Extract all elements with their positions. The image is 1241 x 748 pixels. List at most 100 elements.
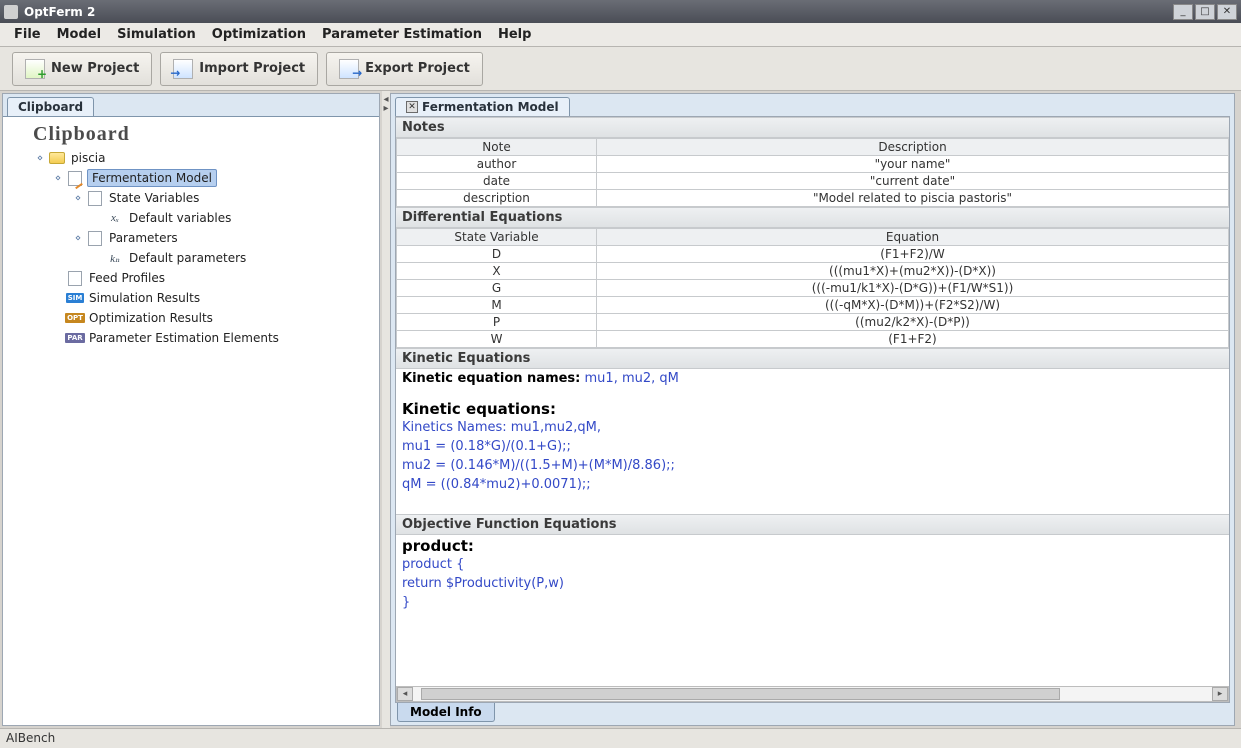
parameters-icon: kₙ (106, 250, 124, 266)
tree-label-simulation-results: Simulation Results (87, 290, 202, 306)
expand-toggle-icon[interactable]: ⋄ (73, 193, 83, 204)
expand-toggle-icon[interactable]: ⋄ (73, 233, 83, 244)
table-row[interactable]: description"Model related to piscia past… (397, 190, 1229, 207)
tree-node-default-variables[interactable]: · xₓ Default variables (7, 208, 375, 228)
document-icon (86, 190, 104, 206)
tree-node-model[interactable]: ⋄ Fermentation Model (7, 168, 375, 188)
status-bar: AIBench (0, 728, 1241, 748)
import-project-button[interactable]: Import Project (160, 52, 318, 86)
section-header-diffeq: Differential Equations (396, 207, 1229, 228)
table-row[interactable]: G(((-mu1/k1*X)-(D*G))+(F1/W*S1)) (397, 280, 1229, 297)
document-icon (66, 270, 84, 286)
menu-parameter-estimation[interactable]: Parameter Estimation (314, 24, 490, 45)
tree-label-feed-profiles: Feed Profiles (87, 270, 167, 286)
clipboard-heading: Clipboard (33, 123, 375, 146)
diffeq-col-variable: State Variable (397, 229, 597, 246)
maximize-button[interactable]: □ (1195, 4, 1215, 20)
kinetic-line: mu2 = (0.146*M)/((1.5+M)+(M*M)/8.86);; (402, 456, 1223, 475)
notes-table: Note Description author"your name" date"… (396, 138, 1229, 207)
diffeq-table: State Variable Equation D(F1+F2)/W X(((m… (396, 228, 1229, 348)
export-project-label: Export Project (365, 61, 470, 76)
status-text: AIBench (6, 731, 55, 745)
table-row[interactable]: D(F1+F2)/W (397, 246, 1229, 263)
table-row[interactable]: X(((mu1*X)+(mu2*X))-(D*X)) (397, 263, 1229, 280)
tree-node-simulation-results[interactable]: · SIM Simulation Results (7, 288, 375, 308)
tab-fermentation-model[interactable]: ✕ Fermentation Model (395, 97, 570, 116)
clipboard-panel: Clipboard Clipboard ⋄ piscia ⋄ Fermentat… (2, 93, 380, 726)
menu-bar: File Model Simulation Optimization Param… (0, 23, 1241, 47)
project-tree: ⋄ piscia ⋄ Fermentation Model ⋄ State Va… (7, 148, 375, 348)
kinetic-eq-block: Kinetic equations: Kinetics Names: mu1,m… (396, 398, 1229, 496)
diffeq-col-equation: Equation (597, 229, 1229, 246)
tree-label-optimization-results: Optimization Results (87, 310, 215, 326)
section-header-kinetic: Kinetic Equations (396, 348, 1229, 369)
app-icon (4, 5, 18, 19)
notes-col-description: Description (597, 139, 1229, 156)
menu-file[interactable]: File (6, 24, 49, 45)
objective-line: } (402, 593, 1223, 612)
tree-node-parameters[interactable]: ⋄ Parameters (7, 228, 375, 248)
menu-optimization[interactable]: Optimization (204, 24, 314, 45)
menu-simulation[interactable]: Simulation (109, 24, 204, 45)
minimize-button[interactable]: _ (1173, 4, 1193, 20)
simulation-results-icon: SIM (66, 290, 84, 306)
menu-model[interactable]: Model (49, 24, 109, 45)
export-project-icon (339, 59, 359, 79)
table-row[interactable]: date"current date" (397, 173, 1229, 190)
table-row[interactable]: author"your name" (397, 156, 1229, 173)
workspace: Clipboard Clipboard ⋄ piscia ⋄ Fermentat… (0, 91, 1241, 728)
section-header-notes: Notes (396, 117, 1229, 138)
table-row[interactable]: M(((-qM*X)-(D*M))+(F2*S2)/W) (397, 297, 1229, 314)
kinetic-eq-label: Kinetic equations: (402, 400, 1223, 418)
tab-model-info[interactable]: Model Info (397, 703, 495, 722)
table-row[interactable]: W(F1+F2) (397, 331, 1229, 348)
horizontal-scrollbar[interactable]: ◂ ▸ (396, 686, 1229, 702)
model-scroll[interactable]: Notes Note Description author"your name"… (396, 117, 1229, 686)
scrollbar-thumb[interactable] (421, 688, 1060, 700)
kinetic-line: qM = ((0.84*mu2)+0.0071);; (402, 475, 1223, 494)
expand-toggle-icon[interactable]: ⋄ (35, 153, 45, 164)
table-row[interactable]: P((mu2/k2*X)-(D*P)) (397, 314, 1229, 331)
scrollbar-track[interactable] (413, 687, 1212, 701)
bottom-tab-row: Model Info (391, 703, 1234, 725)
document-edit-icon (66, 170, 84, 186)
new-project-label: New Project (51, 61, 139, 76)
objective-block: product: product { return $Productivity(… (396, 535, 1229, 614)
objective-line: product { (402, 555, 1223, 574)
tab-clipboard[interactable]: Clipboard (7, 97, 94, 116)
tree-label-default-variables: Default variables (127, 210, 233, 226)
tree-node-default-parameters[interactable]: · kₙ Default parameters (7, 248, 375, 268)
tree-label-default-parameters: Default parameters (127, 250, 248, 266)
tree-node-optimization-results[interactable]: · OPT Optimization Results (7, 308, 375, 328)
window-title: OptFerm 2 (24, 5, 1171, 19)
tree-label-state-variables: State Variables (107, 190, 201, 206)
tab-fermentation-model-label: Fermentation Model (422, 100, 559, 114)
new-project-button[interactable]: New Project (12, 52, 152, 86)
objective-label: product: (402, 537, 1223, 555)
panel-splitter[interactable]: ◂ ▸ (382, 91, 390, 728)
kinetic-line: Kinetics Names: mu1,mu2,qM, (402, 418, 1223, 437)
menu-help[interactable]: Help (490, 24, 539, 45)
kinetic-names-label: Kinetic equation names: (402, 371, 580, 386)
export-project-button[interactable]: Export Project (326, 52, 483, 86)
right-tab-row: ✕ Fermentation Model (391, 94, 1234, 116)
expand-toggle-icon[interactable]: ⋄ (53, 173, 63, 184)
tree-node-state-variables[interactable]: ⋄ State Variables (7, 188, 375, 208)
tree-label-parameter-estimation: Parameter Estimation Elements (87, 330, 281, 346)
toolbar: New Project Import Project Export Projec… (0, 47, 1241, 91)
tab-close-icon[interactable]: ✕ (406, 101, 418, 113)
tree-node-parameter-estimation[interactable]: · PAR Parameter Estimation Elements (7, 328, 375, 348)
document-icon (86, 230, 104, 246)
close-button[interactable]: ✕ (1217, 4, 1237, 20)
kinetic-names-block: Kinetic equation names: mu1, mu2, qM (396, 369, 1229, 388)
tree-label-model: Fermentation Model (87, 169, 217, 187)
window-titlebar: OptFerm 2 _ □ ✕ (0, 0, 1241, 23)
kinetic-line: mu1 = (0.18*G)/(0.1+G);; (402, 437, 1223, 456)
model-body: Notes Note Description author"your name"… (395, 116, 1230, 703)
tree-node-project[interactable]: ⋄ piscia (7, 148, 375, 168)
import-project-label: Import Project (199, 61, 305, 76)
scroll-right-icon[interactable]: ▸ (1212, 687, 1228, 701)
scroll-left-icon[interactable]: ◂ (397, 687, 413, 701)
tree-node-feed-profiles[interactable]: · Feed Profiles (7, 268, 375, 288)
section-header-objective: Objective Function Equations (396, 514, 1229, 535)
